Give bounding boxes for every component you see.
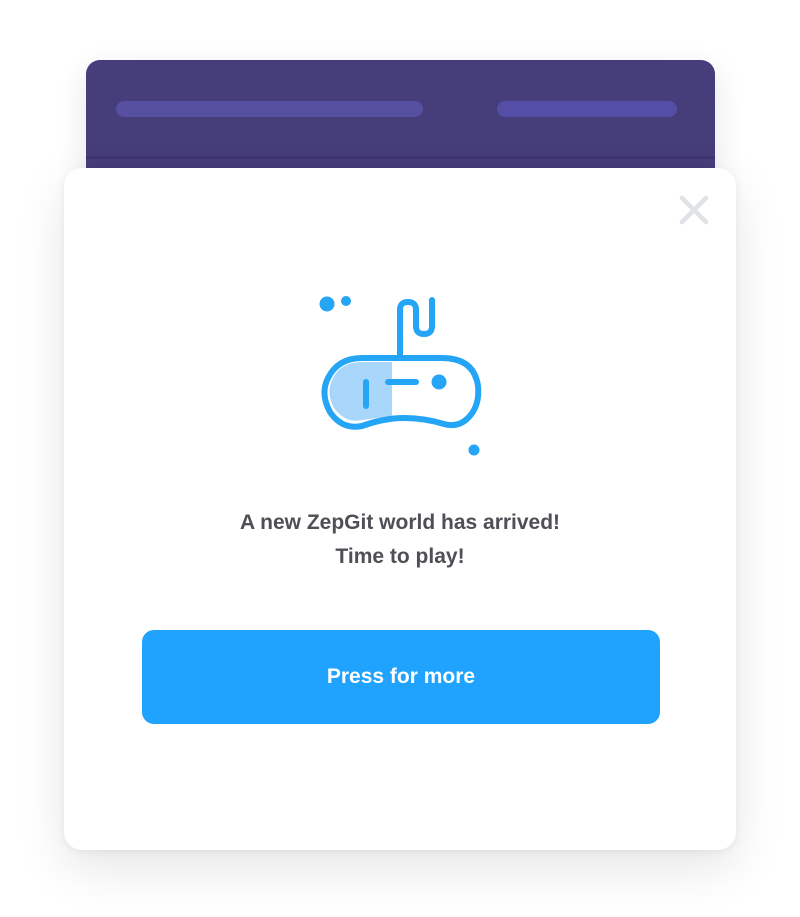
header-divider (86, 156, 715, 159)
placeholder-bar-right (497, 101, 677, 117)
gamepad-icon (319, 296, 482, 456)
press-for-more-button[interactable]: Press for more (142, 630, 660, 724)
close-button[interactable] (676, 192, 712, 228)
close-icon[interactable] (676, 192, 712, 228)
message-line-2: Time to play! (335, 545, 465, 568)
announcement-modal: A new ZepGit world has arrived! Time to … (64, 168, 736, 850)
message-line-1: A new ZepGit world has arrived! (239, 511, 561, 534)
announcement-message: A new ZepGit world has arrived! Time to … (64, 506, 736, 574)
placeholder-bar-left (116, 101, 423, 117)
